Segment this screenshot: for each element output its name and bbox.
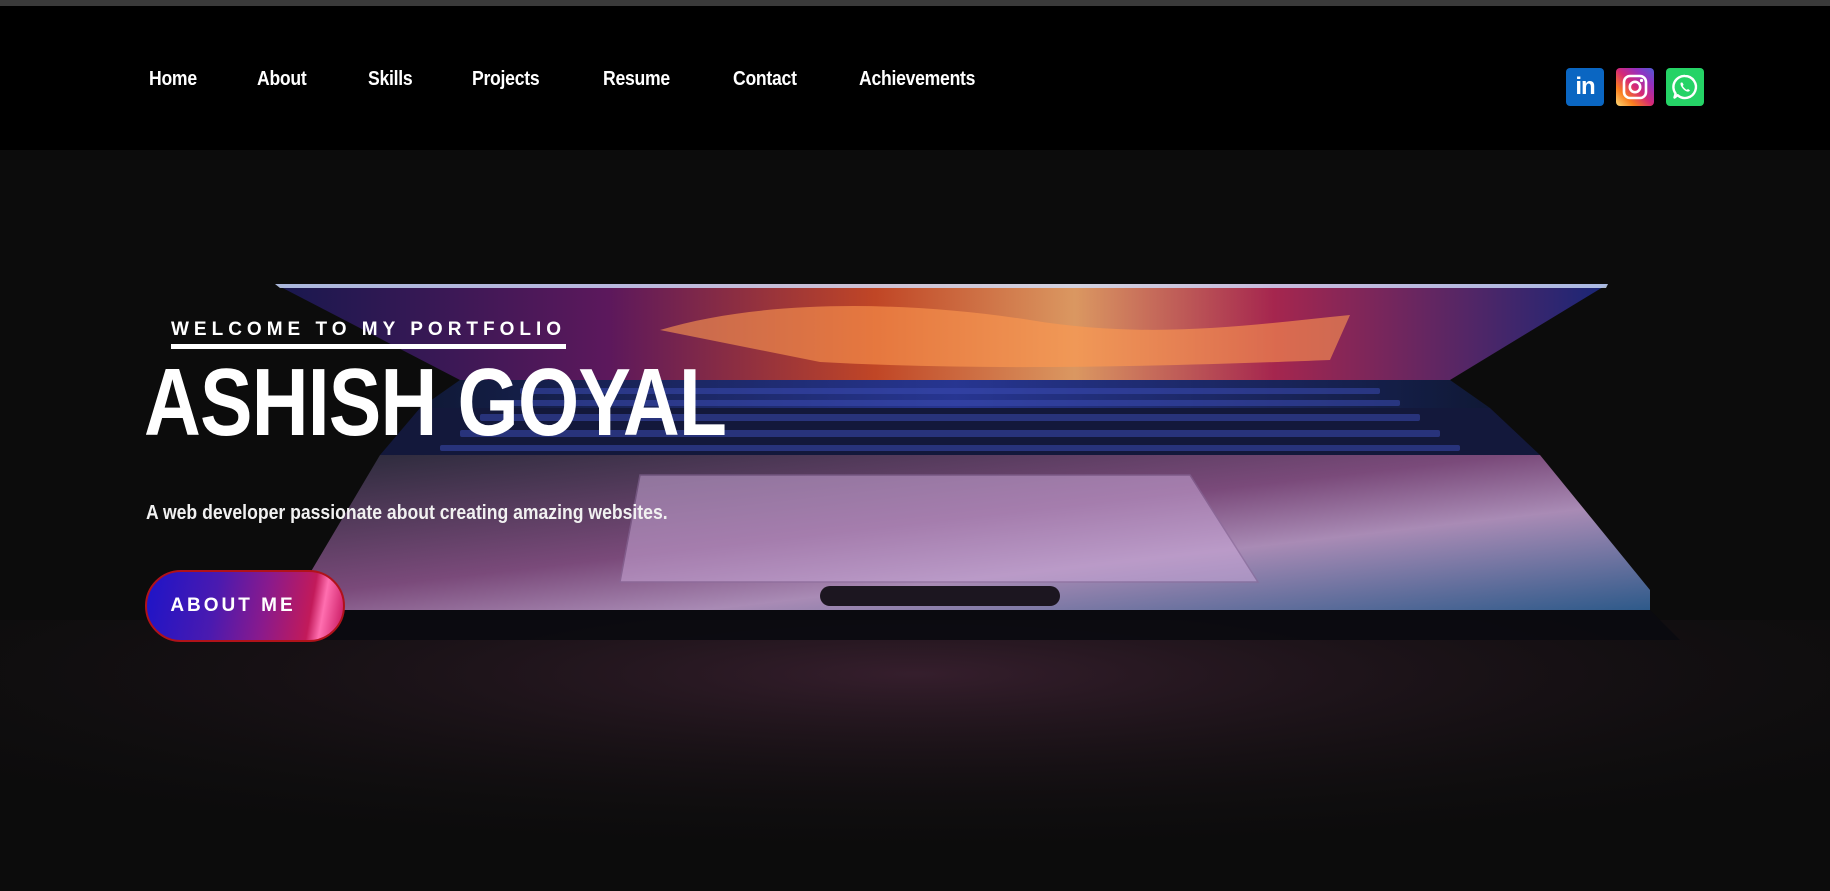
navbar: Home About Skills Projects Resume Contac…	[0, 6, 1830, 150]
linkedin-icon: in	[1575, 73, 1595, 100]
nav-contact[interactable]: Contact	[733, 68, 797, 91]
hero-section: WELCOME TO MY PORTFOLIO ASHISH GOYAL A w…	[0, 150, 1830, 891]
nav-links: Home About Skills Projects Resume Contac…	[149, 68, 1045, 91]
instagram-icon	[1622, 74, 1648, 100]
nav-resume[interactable]: Resume	[603, 68, 670, 91]
nav-about[interactable]: About	[257, 68, 307, 91]
whatsapp-link[interactable]	[1666, 68, 1704, 106]
about-me-button-label: ABOUT ME	[170, 595, 296, 616]
instagram-link[interactable]	[1616, 68, 1654, 106]
about-me-button[interactable]: ABOUT ME	[145, 570, 345, 642]
nav-home[interactable]: Home	[149, 68, 197, 91]
nav-achievements[interactable]: Achievements	[859, 68, 975, 91]
welcome-heading: WELCOME TO MY PORTFOLIO	[171, 319, 567, 349]
nav-skills[interactable]: Skills	[368, 68, 413, 91]
whatsapp-icon	[1672, 74, 1698, 100]
nav-projects[interactable]: Projects	[472, 68, 540, 91]
linkedin-link[interactable]: in	[1566, 68, 1604, 106]
hero-tagline: A web developer passionate about creatin…	[146, 502, 668, 524]
social-links: in	[1566, 68, 1704, 106]
hero-name: ASHISH GOYAL	[144, 349, 727, 456]
